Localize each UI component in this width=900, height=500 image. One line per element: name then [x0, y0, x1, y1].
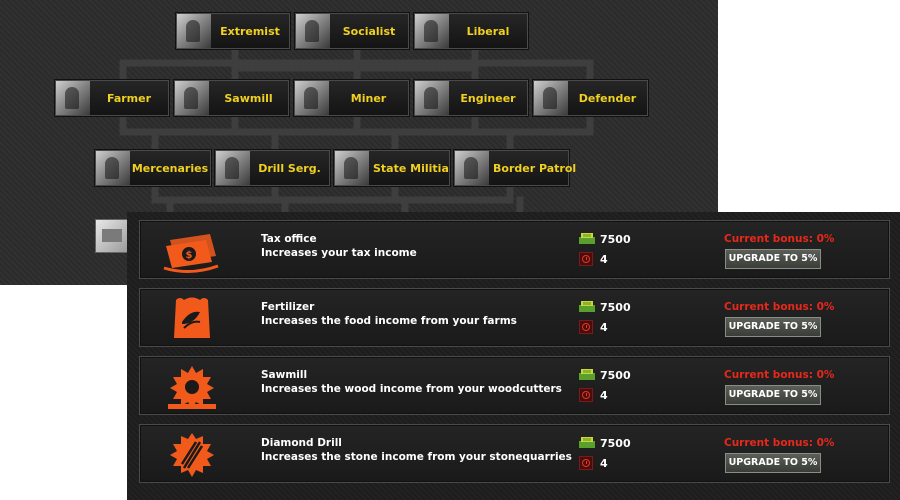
- money-bill-icon: $: [163, 234, 219, 273]
- militia-photo-icon: [335, 151, 369, 185]
- upgrade-button[interactable]: UPGRADE TO 5%: [725, 317, 821, 337]
- current-bonus: Current bonus: 0%: [724, 233, 835, 245]
- upgrade-cost: 7500: [600, 369, 631, 382]
- upgrade-row-fertilizer: Fertilizer Increases the food income fro…: [139, 288, 890, 347]
- clock-icon: [579, 388, 593, 402]
- locked-building-icon[interactable]: [95, 219, 129, 253]
- money-stack-icon: [579, 369, 595, 380]
- upgrade-description: Increases the stone income from your sto…: [261, 451, 572, 463]
- clock-icon: [579, 456, 593, 470]
- tree-node-engineer[interactable]: Engineer: [414, 80, 528, 116]
- tree-node-miner[interactable]: Miner: [294, 80, 409, 116]
- current-bonus: Current bonus: 0%: [724, 369, 835, 381]
- tree-node-mercenaries[interactable]: Mercenaries: [95, 150, 211, 186]
- upgrade-cost: 7500: [600, 437, 631, 450]
- upgrade-cost: 7500: [600, 233, 631, 246]
- tree-node-sawmill[interactable]: Sawmill: [174, 80, 289, 116]
- node-label: Socialist: [342, 24, 396, 38]
- tree-node-farmer[interactable]: Farmer: [55, 80, 169, 116]
- money-stack-icon: [579, 437, 595, 448]
- upgrade-title: Sawmill: [261, 369, 308, 381]
- svg-text:$: $: [186, 250, 193, 261]
- upgrade-cost: 7500: [600, 301, 631, 314]
- eagle-emblem-icon: [415, 14, 449, 48]
- node-label: Sawmill: [224, 91, 273, 105]
- upgrade-description: Increases the food income from your farm…: [261, 315, 517, 327]
- tree-node-socialist[interactable]: Socialist: [295, 13, 409, 49]
- money-stack-icon: [579, 233, 595, 244]
- engineer-photo-icon: [415, 81, 449, 115]
- upgrade-time: 4: [600, 321, 608, 334]
- upgrade-row-sawmill: Sawmill Increases the wood income from y…: [139, 356, 890, 415]
- upgrades-panel: $ Tax office Increases your tax income 7…: [127, 212, 900, 500]
- upgrade-title: Tax office: [261, 233, 317, 245]
- node-label: Engineer: [460, 91, 516, 105]
- tree-node-liberal[interactable]: Liberal: [414, 13, 528, 49]
- tower-photo-icon: [534, 81, 568, 115]
- sawmill-photo-icon: [175, 81, 209, 115]
- fertilizer-sack-icon: [174, 297, 210, 338]
- tractor-photo-icon: [56, 81, 90, 115]
- current-bonus: Current bonus: 0%: [724, 437, 835, 449]
- tree-node-extremist[interactable]: Extremist: [176, 13, 290, 49]
- patrol-vehicle-photo-icon: [455, 151, 489, 185]
- raised-fist-icon: [296, 14, 330, 48]
- tree-node-border-patrol[interactable]: Border Patrol: [454, 150, 576, 186]
- mercenary-photo-icon: [96, 151, 130, 185]
- miner-photo-icon: [295, 81, 329, 115]
- clock-icon: [579, 320, 593, 334]
- node-label: Miner: [350, 91, 387, 105]
- node-label: Drill Serg.: [258, 161, 321, 175]
- upgrade-time: 4: [600, 253, 608, 266]
- money-stack-icon: [579, 301, 595, 312]
- upgrade-time: 4: [600, 389, 608, 402]
- node-label: Border Patrol: [493, 161, 577, 175]
- upgrade-button[interactable]: UPGRADE TO 5%: [725, 249, 821, 269]
- upgrade-title: Diamond Drill: [261, 437, 342, 449]
- tree-node-defender[interactable]: Defender: [533, 80, 648, 116]
- saw-blade-icon: [168, 366, 216, 409]
- node-label: Defender: [578, 91, 637, 105]
- militant-photo-icon: [177, 14, 211, 48]
- upgrade-time: 4: [600, 457, 608, 470]
- tree-node-drill-serg[interactable]: Drill Serg.: [215, 150, 330, 186]
- node-label: Mercenaries: [131, 161, 209, 175]
- upgrade-description: Increases the wood income from your wood…: [261, 383, 562, 395]
- upgrade-row-tax-office: $ Tax office Increases your tax income 7…: [139, 220, 890, 279]
- current-bonus: Current bonus: 0%: [724, 301, 835, 313]
- clock-icon: [579, 252, 593, 266]
- node-label: Farmer: [106, 91, 152, 105]
- upgrade-button[interactable]: UPGRADE TO 5%: [725, 453, 821, 473]
- node-label: Extremist: [220, 24, 280, 38]
- upgrade-title: Fertilizer: [261, 301, 315, 313]
- upgrade-row-diamond-drill: Diamond Drill Increases the stone income…: [139, 424, 890, 483]
- node-label: State Militia: [373, 161, 449, 175]
- node-label: Liberal: [466, 24, 510, 38]
- upgrade-description: Increases your tax income: [261, 247, 417, 259]
- upgrade-button[interactable]: UPGRADE TO 5%: [725, 385, 821, 405]
- diamond-drill-icon: [170, 433, 214, 477]
- tree-node-state-militia[interactable]: State Militia: [334, 150, 450, 186]
- soldiers-photo-icon: [216, 151, 250, 185]
